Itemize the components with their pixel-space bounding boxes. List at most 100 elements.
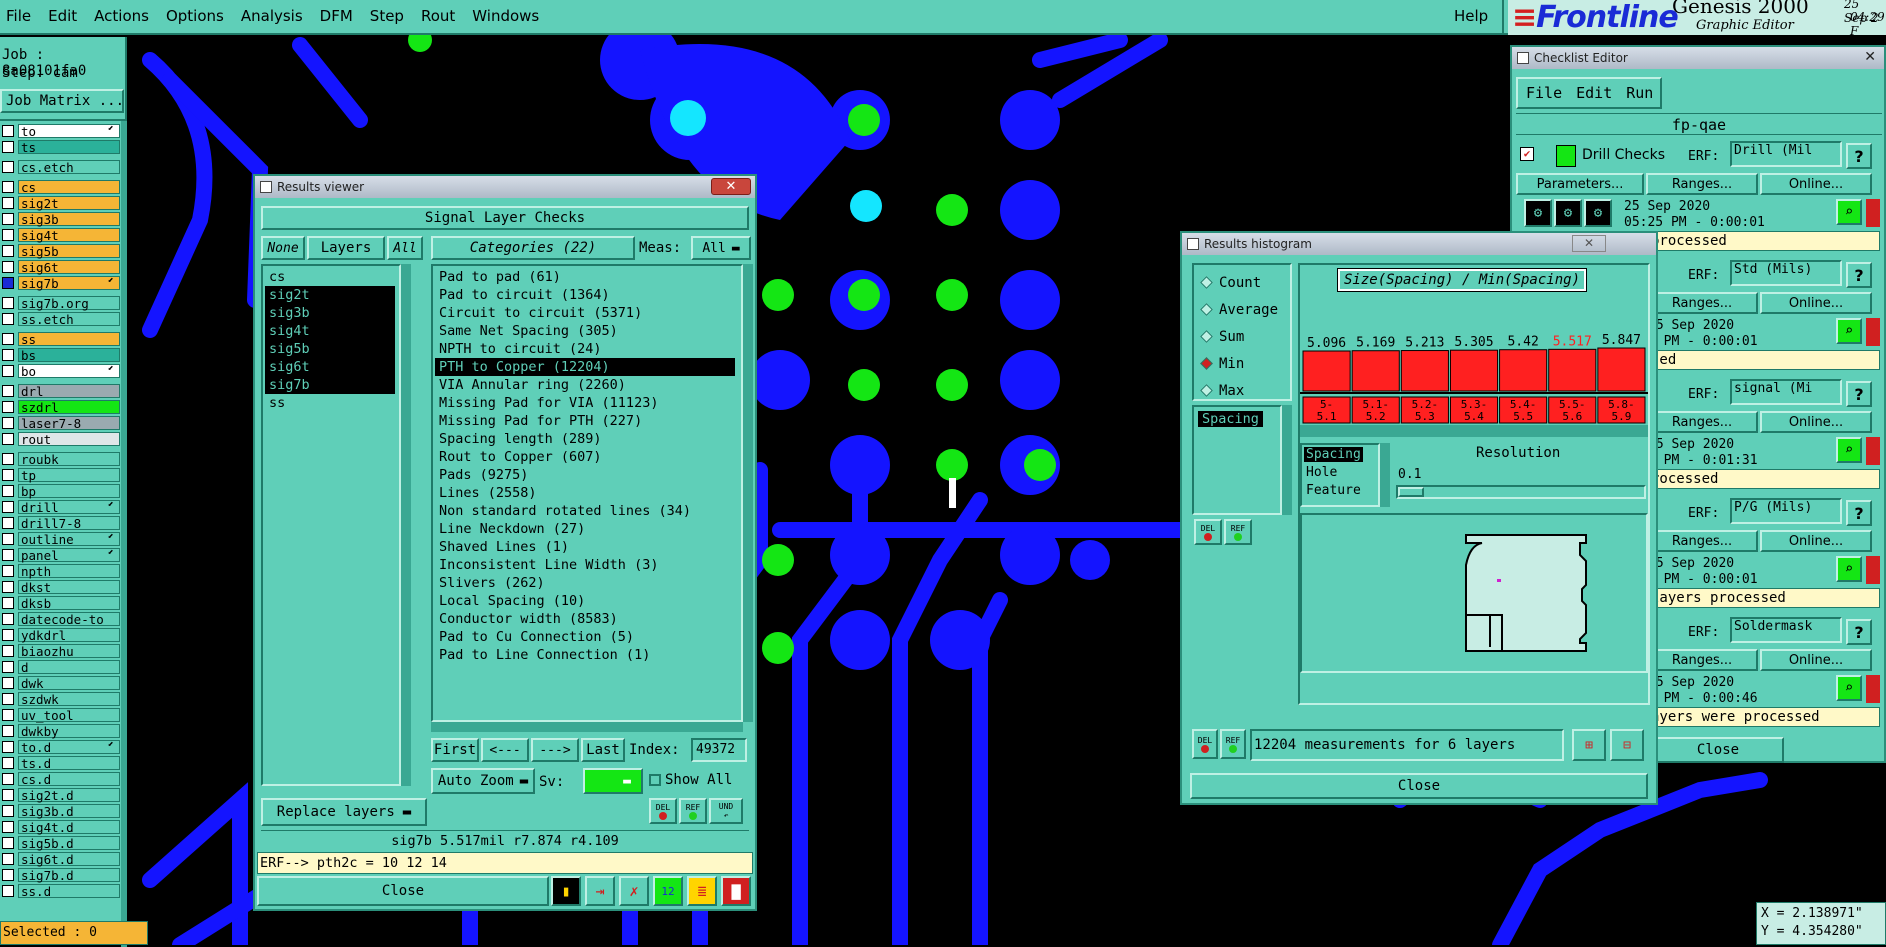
run-icon[interactable]: ⚙ — [1524, 199, 1552, 227]
report-icon[interactable]: ≣ — [687, 876, 717, 906]
layer-checkbox[interactable] — [2, 416, 14, 429]
layer-checkbox[interactable] — [2, 312, 14, 325]
hist-close-button[interactable]: Close — [1190, 773, 1648, 799]
ranges-button[interactable]: Ranges... — [1646, 292, 1758, 314]
online-button[interactable]: Online... — [1760, 292, 1872, 314]
layer-scrollbar[interactable] — [121, 121, 127, 947]
parameters-button[interactable]: Parameters... — [1516, 173, 1644, 195]
online-button[interactable]: Online... — [1760, 649, 1872, 671]
category-item[interactable]: Same Net Spacing (305) — [435, 322, 735, 340]
layer-checkbox[interactable] — [2, 140, 14, 153]
layer-row-ss.etch[interactable]: ss.etch — [2, 311, 120, 326]
layer-checkbox[interactable] — [2, 364, 14, 377]
erf-field[interactable]: Drill (Mil — [1730, 141, 1842, 167]
layer-checkbox[interactable] — [2, 212, 14, 225]
ranges-button[interactable]: Ranges... — [1646, 649, 1758, 671]
layer-list-scrollbar[interactable] — [401, 264, 411, 786]
category-item[interactable]: VIA Annular ring (2260) — [435, 376, 735, 394]
close-icon[interactable]: ✕ — [1864, 49, 1876, 65]
layer-row-panel[interactable]: panel ⬋ — [2, 547, 120, 562]
zoom-icon[interactable]: ⌕ — [1836, 437, 1862, 463]
ranges-button[interactable]: Ranges... — [1646, 530, 1758, 552]
layer-checkbox[interactable] — [2, 804, 14, 817]
stat-option-sum[interactable]: Sum — [1198, 323, 1290, 350]
layer-row-d[interactable]: d — [2, 659, 120, 674]
erf-field[interactable]: P/G (Mils) — [1730, 498, 1842, 524]
category-item[interactable]: Circuit to circuit (5371) — [435, 304, 735, 322]
menu-edit[interactable]: Edit — [48, 7, 77, 25]
layer-row-ydkdrl[interactable]: ydkdrl — [2, 627, 120, 642]
result-layer-sig2t[interactable]: sig2t — [265, 286, 395, 304]
checklist-close-button[interactable]: Close — [1652, 737, 1784, 763]
layer-row-dksb[interactable]: dksb — [2, 595, 120, 610]
layer-checkbox[interactable] — [2, 432, 14, 445]
menu-options[interactable]: Options — [166, 7, 224, 25]
category-item[interactable]: Pads (9275) — [435, 466, 735, 484]
menu-file[interactable]: File — [6, 7, 31, 25]
layer-row-sig5b[interactable]: sig5b — [2, 243, 120, 258]
exit-icon[interactable]: ⇥ — [585, 876, 615, 906]
histogram-bar[interactable] — [1351, 350, 1400, 392]
close-icon[interactable]: ✕ — [711, 178, 751, 195]
layer-checkbox[interactable] — [2, 676, 14, 689]
layer-row-dwk[interactable]: dwk — [2, 675, 120, 690]
close-button[interactable]: Close — [257, 876, 549, 906]
result-layer-sig4t[interactable]: sig4t — [265, 322, 395, 340]
layer-row-cs[interactable]: cs — [2, 179, 120, 194]
layer-row-ss.d[interactable]: ss.d — [2, 883, 120, 898]
zoom-icon[interactable]: ⌕ — [1836, 556, 1862, 582]
histogram-hscrollbar[interactable] — [1300, 425, 1648, 437]
layer-row-sig3b[interactable]: sig3b — [2, 211, 120, 226]
layer-checkbox[interactable] — [2, 612, 14, 625]
layer-checkbox[interactable] — [2, 660, 14, 673]
run-stop-icon[interactable]: ⚙ — [1584, 199, 1612, 227]
layer-checkbox[interactable] — [2, 296, 14, 309]
layer-checkbox[interactable] — [2, 708, 14, 721]
check-toggle[interactable]: ✔ — [1520, 147, 1534, 161]
category-item[interactable]: Shaved Lines (1) — [435, 538, 735, 556]
layer-row-bp[interactable]: bp — [2, 483, 120, 498]
category-item[interactable]: Slivers (262) — [435, 574, 735, 592]
layer-row-sig6t.d[interactable]: sig6t.d — [2, 851, 120, 866]
layer-checkbox[interactable] — [2, 452, 14, 465]
erf-field[interactable]: signal (Mi — [1730, 379, 1842, 405]
resolution-option-feature[interactable]: Feature — [1306, 483, 1361, 498]
layer-checkbox[interactable] — [2, 124, 14, 137]
layer-row-sig6t[interactable]: sig6t — [2, 259, 120, 274]
category-item[interactable]: Lines (2558) — [435, 484, 735, 502]
category-item[interactable]: Spacing length (289) — [435, 430, 735, 448]
histogram-bar[interactable] — [1302, 350, 1351, 392]
layer-checkbox[interactable] — [2, 484, 14, 497]
categories-button[interactable]: Categories (22) — [431, 236, 635, 260]
layer-checkbox[interactable] — [2, 196, 14, 209]
layer-row-sig2t.d[interactable]: sig2t.d — [2, 787, 120, 802]
histogram-icon[interactable]: ▇ — [721, 876, 751, 906]
result-layer-ss[interactable]: ss — [265, 394, 395, 412]
layer-row-sig3b.d[interactable]: sig3b.d — [2, 803, 120, 818]
erf-field[interactable]: Soldermask — [1730, 617, 1842, 643]
histogram-bar[interactable] — [1597, 347, 1646, 392]
category-item[interactable]: Non standard rotated lines (34) — [435, 502, 735, 520]
online-button[interactable]: Online... — [1760, 411, 1872, 433]
histogram-bar[interactable] — [1449, 349, 1499, 392]
layer-row-sig2t[interactable]: sig2t — [2, 195, 120, 210]
checklist-menu-file[interactable]: File — [1526, 84, 1562, 102]
zoom-to-icon[interactable]: ⊞ — [1572, 729, 1606, 761]
layer-row-ss[interactable]: ss — [2, 331, 120, 346]
layer-checkbox[interactable] — [2, 644, 14, 657]
layer-row-sig5b.d[interactable]: sig5b.d — [2, 835, 120, 850]
layer-checkbox[interactable] — [2, 596, 14, 609]
layer-checkbox[interactable] — [2, 852, 14, 865]
layer-row-drill[interactable]: drill ⬋ — [2, 499, 120, 514]
layer-checkbox[interactable] — [2, 692, 14, 705]
layer-row-uv_tool[interactable]: uv_tool — [2, 707, 120, 722]
help-icon[interactable]: ? — [1846, 500, 1872, 526]
category-item[interactable]: Local Spacing (10) — [435, 592, 735, 610]
layer-row-dwkby[interactable]: dwkby — [2, 723, 120, 738]
layer-checkbox[interactable] — [2, 160, 14, 173]
check-name[interactable]: Drill Checks — [1582, 147, 1665, 163]
layer-checkbox[interactable] — [2, 468, 14, 481]
layers-button[interactable]: Layers — [307, 236, 385, 260]
layer-row-biaozhu[interactable]: biaozhu — [2, 643, 120, 658]
resolution-scrollbar[interactable] — [1380, 443, 1390, 507]
